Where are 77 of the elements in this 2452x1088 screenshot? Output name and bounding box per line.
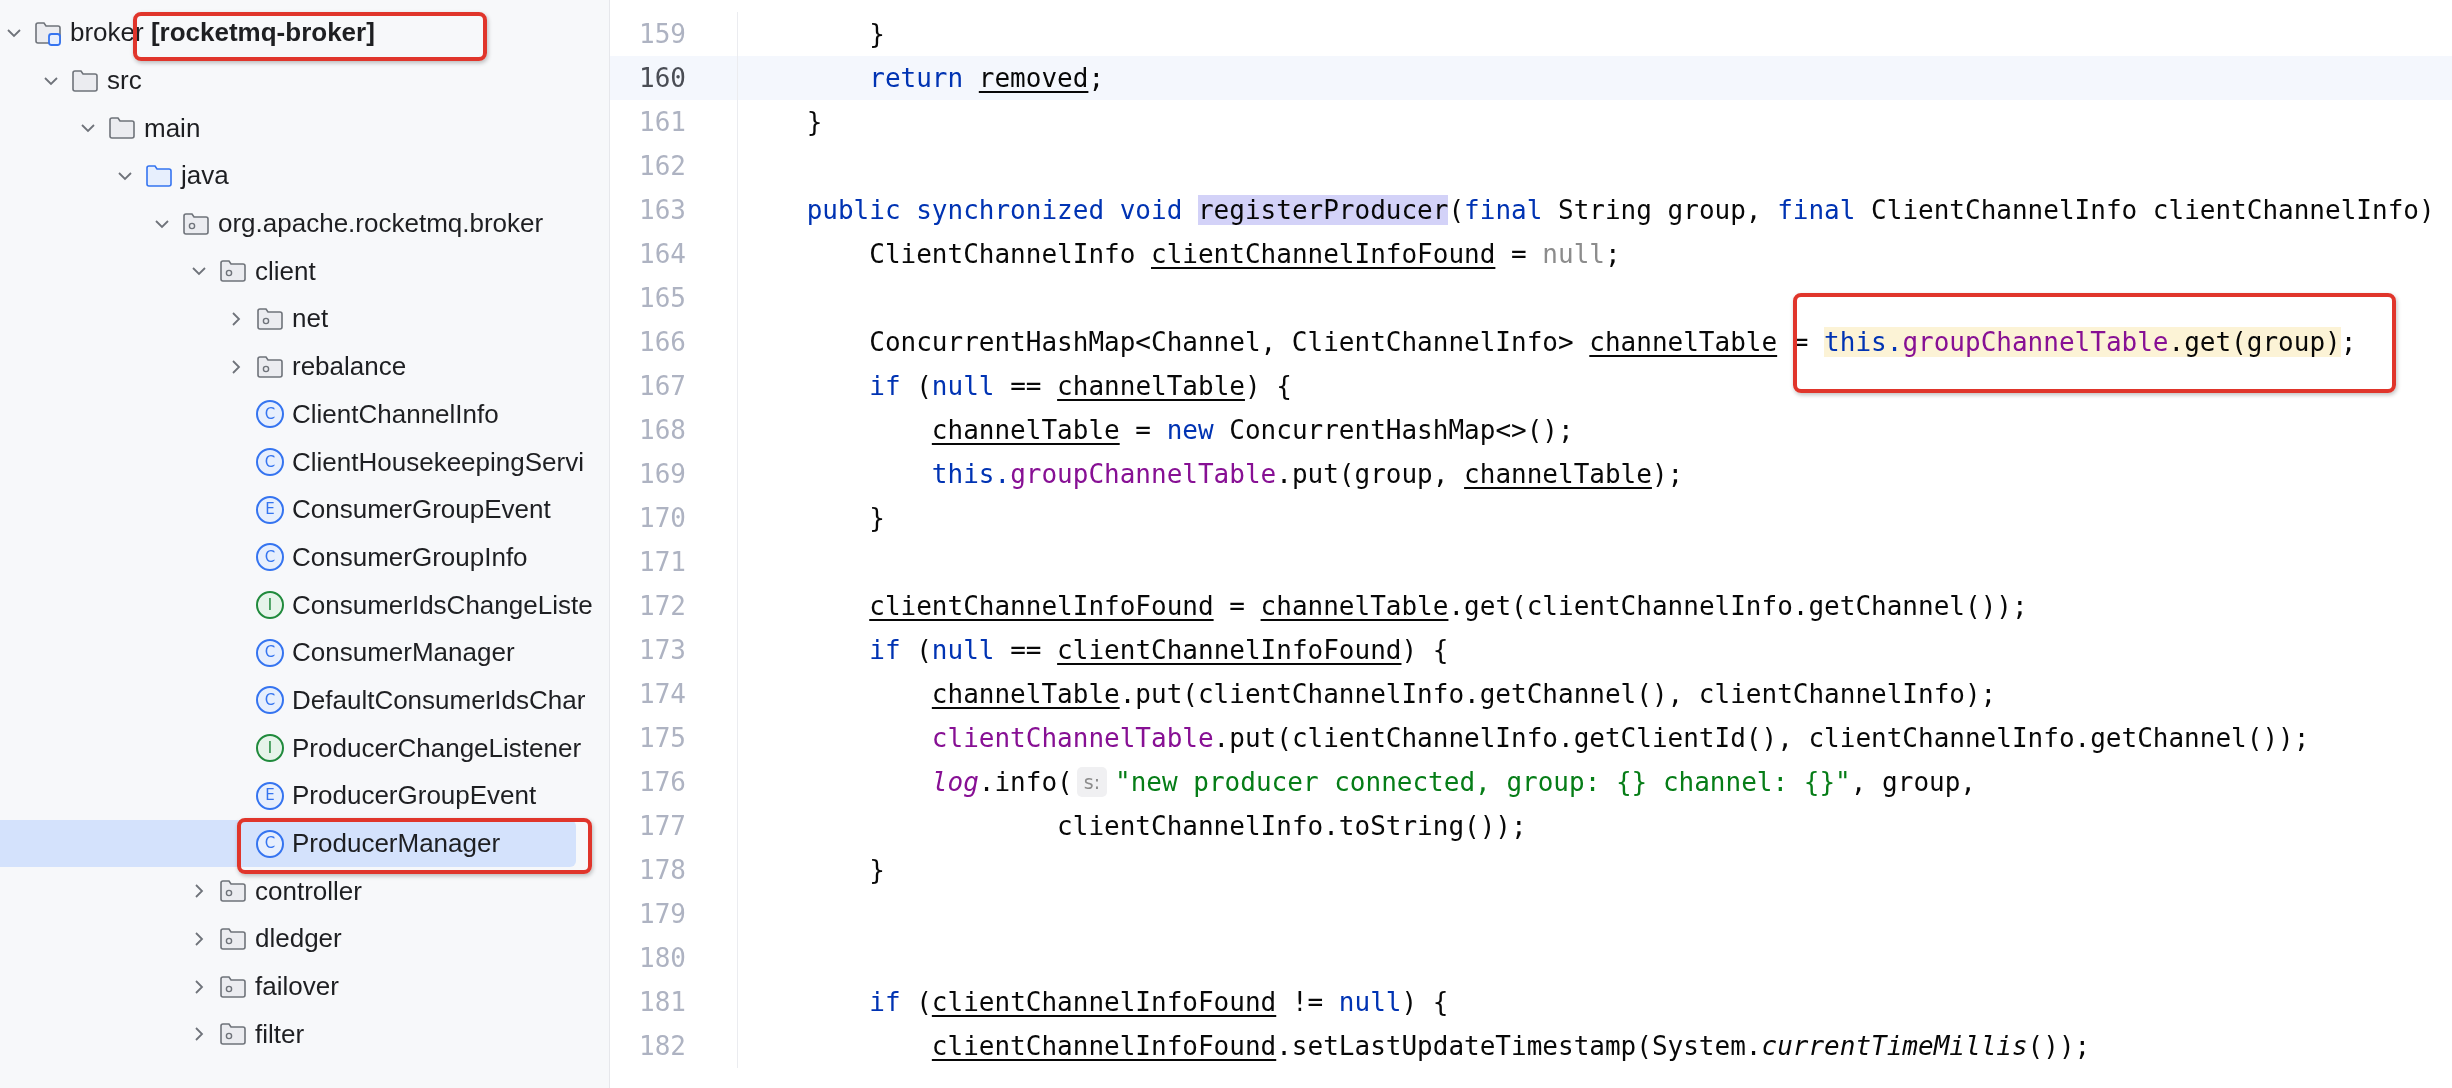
tree-item[interactable]: C ClientChannelInfo	[0, 390, 609, 439]
tree-item[interactable]: src	[0, 56, 609, 105]
code-text: channelTable.put(clientChannelInfo.getChannel(), clientChannelInfo);	[930, 678, 1997, 709]
code-text: channelTable = new ConcurrentHashMap<>();	[930, 414, 1574, 445]
tree-item[interactable]: dledger	[0, 915, 609, 963]
code-text: ClientChannelInfo clientChannelInfoFound = null;	[868, 238, 1621, 269]
line-number: 166	[638, 326, 686, 357]
class-icon: C	[256, 638, 284, 667]
tree-item[interactable]: rebalance	[0, 342, 609, 391]
code-text: return removed;	[868, 62, 1105, 93]
line-number: 174	[638, 678, 686, 709]
tree-item[interactable]: controller	[0, 867, 609, 916]
line-number: 181	[638, 986, 686, 1017]
line-number: 172	[638, 590, 686, 621]
enum-icon: E	[256, 495, 284, 524]
code-text: if (null == channelTable) {	[868, 370, 1292, 401]
code-text: clientChannelTable.put(clientChannelInfo.getClientId(), clientChannelInfo.getChannel());	[930, 722, 2310, 753]
tree-item[interactable]: client	[0, 247, 609, 296]
enum-icon: E	[256, 781, 284, 810]
code-text: }	[868, 18, 885, 49]
code-text: if (clientChannelInfoFound != null) {	[868, 986, 1449, 1017]
interface-icon: I	[256, 591, 284, 620]
code-text: clientChannelInfoFound.setLastUpdateTimestamp(System.currentTimeMillis());	[930, 1030, 2091, 1061]
tree-item[interactable]: net	[0, 295, 609, 343]
code-text: clientChannelInfoFound = channelTable.get(clientChannelInfo.getChannel());	[868, 590, 2028, 621]
line-number: 178	[638, 854, 686, 885]
line-number: 168	[638, 414, 686, 445]
code-text: }	[868, 502, 885, 533]
code-text: this.groupChannelTable.put(group, channelTable);	[930, 458, 1684, 489]
line-number: 163	[638, 194, 686, 225]
line-number: 170	[638, 502, 686, 533]
code-text: }	[868, 854, 885, 885]
tree-item[interactable]: E ProducerGroupEvent	[0, 772, 609, 820]
tree-item[interactable]: I ProducerChangeListener	[0, 724, 609, 772]
tree-item[interactable]: C ProducerManager	[0, 819, 576, 868]
class-icon: C	[256, 686, 284, 715]
tree-item[interactable]: java	[0, 152, 609, 200]
code-text: }	[805, 106, 823, 137]
line-number: 171	[638, 546, 686, 577]
class-icon: C	[256, 829, 284, 858]
line-number: 177	[638, 810, 686, 841]
code-text: clientChannelInfo.toString());	[1056, 810, 1527, 841]
line-number: 160	[638, 62, 686, 93]
line-number: 180	[638, 942, 686, 973]
line-number: 161	[638, 106, 686, 137]
line-number: 167	[638, 370, 686, 401]
code-text: if (null == clientChannelInfoFound) {	[868, 634, 1449, 665]
tree-item[interactable]: filter	[0, 1010, 609, 1059]
code-text: "new producer connected, group: {} channel: {}", group,	[1115, 766, 1976, 797]
code-text: log.info(	[930, 766, 1073, 797]
tree-item[interactable]: C ClientHousekeepingServi	[0, 438, 609, 486]
tree-item[interactable]: E ConsumerGroupEvent	[0, 485, 609, 534]
interface-icon: I	[256, 734, 284, 763]
line-number: 179	[638, 898, 686, 929]
tree-item[interactable]: C ConsumerGroupInfo	[0, 533, 609, 582]
class-icon: C	[256, 543, 284, 572]
tree-item[interactable]: main	[0, 104, 609, 153]
tree-item[interactable]: C ConsumerManager	[0, 628, 609, 677]
code-text: ;	[2340, 326, 2357, 357]
line-number: 182	[638, 1030, 686, 1061]
line-number: 165	[638, 282, 686, 313]
tree-item[interactable]: I ConsumerIdsChangeListe	[0, 581, 609, 629]
class-icon: C	[256, 400, 284, 429]
line-number: 169	[638, 458, 686, 489]
tree-item[interactable]: failover	[0, 962, 609, 1011]
line-number: 164	[638, 238, 686, 269]
class-icon: C	[256, 448, 284, 477]
tree-item[interactable]: org.apache.rocketmq.broker	[0, 199, 609, 248]
line-number: 176	[638, 766, 686, 797]
line-number: 159	[638, 18, 686, 49]
code-text: public synchronized void registerProducer(final String group, final ClientChannelInfo clientChannelInfo)	[805, 194, 2435, 225]
line-number: 173	[638, 634, 686, 665]
parameter-hint: s:	[1076, 766, 1108, 797]
line-number: 175	[638, 722, 686, 753]
line-number: 162	[638, 150, 686, 181]
tree-item[interactable]: C DefaultConsumerIdsChar	[0, 676, 609, 725]
code-text: this.groupChannelTable.get(group)	[1824, 326, 2341, 357]
